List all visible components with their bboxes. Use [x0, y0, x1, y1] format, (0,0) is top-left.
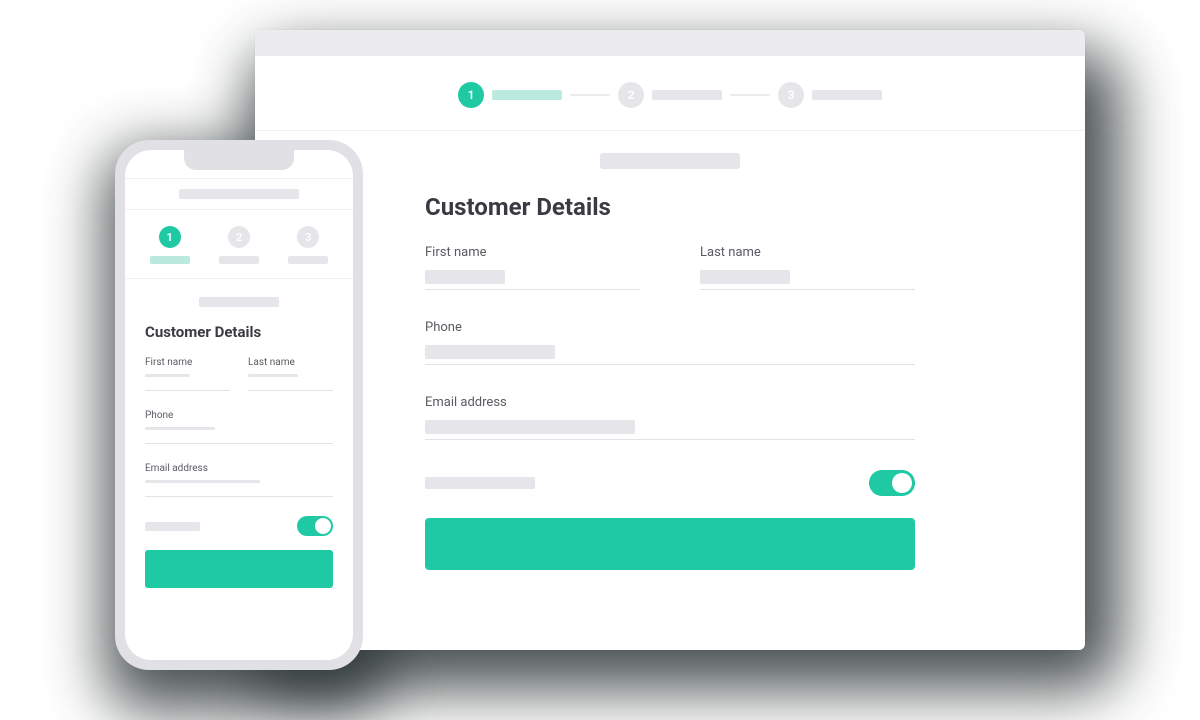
progress-stepper: 1 2 3 — [255, 56, 1085, 131]
last-name-label: Last name — [700, 245, 915, 260]
phone-phone-label: Phone — [145, 410, 333, 421]
phone-step-3-label — [288, 256, 328, 264]
phone-last-name-input[interactable] — [248, 377, 333, 391]
page-title-placeholder — [600, 153, 740, 169]
last-name-input[interactable] — [700, 268, 915, 290]
step-1-label — [492, 90, 562, 100]
phone-submit-button[interactable] — [145, 550, 333, 588]
phone-last-name-label: Last name — [248, 357, 333, 368]
step-3-dot[interactable]: 3 — [778, 82, 804, 108]
phone-toggle-label-placeholder — [145, 522, 200, 531]
phone-topbar — [125, 178, 353, 210]
phone-label: Phone — [425, 320, 915, 335]
phone-email-label: Email address — [145, 463, 333, 474]
desktop-window: 1 2 3 Customer Details First name — [255, 30, 1085, 650]
submit-button[interactable] — [425, 518, 915, 570]
first-name-label: First name — [425, 245, 640, 260]
phone-step-2-label — [219, 256, 259, 264]
email-input[interactable] — [425, 418, 915, 440]
step-1-dot[interactable]: 1 — [458, 82, 484, 108]
step-connector — [570, 94, 610, 96]
phone-step-1-label — [150, 256, 190, 264]
step-2-dot[interactable]: 2 — [618, 82, 644, 108]
phone-step-1-dot[interactable]: 1 — [159, 226, 181, 248]
phone-topbar-title-placeholder — [179, 189, 299, 199]
phone-first-name-input[interactable] — [145, 377, 230, 391]
phone-form-heading: Customer Details — [145, 323, 333, 341]
first-name-input[interactable] — [425, 268, 640, 290]
phone-notch — [184, 150, 294, 170]
browser-chrome-bar — [255, 30, 1085, 56]
phone-phone-input[interactable] — [145, 430, 333, 444]
step-2-label — [652, 90, 722, 100]
phone-step-2-dot[interactable]: 2 — [228, 226, 250, 248]
phone-toggle-knob — [315, 518, 331, 534]
toggle-knob — [892, 473, 912, 493]
phone-screen: 1 2 3 Customer Details First name — [125, 150, 353, 660]
phone-page-title-placeholder — [199, 297, 279, 307]
phone-progress-stepper: 1 2 3 — [125, 210, 353, 279]
phone-option-toggle[interactable] — [297, 516, 333, 536]
toggle-label-placeholder — [425, 477, 535, 489]
phone-step-3-dot[interactable]: 3 — [297, 226, 319, 248]
phone-email-input[interactable] — [145, 483, 333, 497]
option-toggle[interactable] — [869, 470, 915, 496]
phone-input[interactable] — [425, 343, 915, 365]
phone-first-name-label: First name — [145, 357, 230, 368]
step-connector — [730, 94, 770, 96]
email-label: Email address — [425, 395, 915, 410]
phone-frame: 1 2 3 Customer Details First name — [115, 140, 363, 670]
form-heading: Customer Details — [425, 193, 915, 221]
step-3-label — [812, 90, 882, 100]
